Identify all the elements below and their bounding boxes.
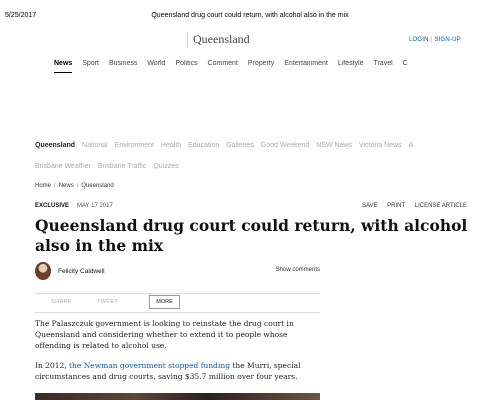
subnav-item-victoria-news[interactable]: Victoria News — [359, 139, 402, 153]
share-button[interactable]: SHARE — [51, 299, 72, 305]
article-paragraph-1: The Palaszczuk government is looking to … — [35, 319, 294, 350]
save-button[interactable]: SAVE — [362, 203, 378, 209]
subnav-item-environment[interactable]: Environment — [115, 139, 154, 153]
nav-item-lifestyle[interactable]: Lifestyle — [338, 60, 364, 67]
tweet-button[interactable]: TWEET — [97, 299, 118, 305]
signup-link[interactable]: SIGN-UP — [434, 37, 460, 43]
login-link[interactable]: LOGIN — [409, 37, 429, 43]
more-button[interactable]: MORE — [149, 295, 180, 309]
author-avatar — [35, 262, 51, 280]
breadcrumb-separator: / — [76, 183, 79, 189]
breadcrumb-news[interactable]: News — [59, 183, 74, 189]
paragraph-2-prefix: In 2012, — [35, 361, 67, 370]
article-photo — [35, 393, 320, 400]
print-title: Queensland drug court could return, with… — [151, 12, 349, 19]
subnav-item-education[interactable]: Education — [188, 139, 219, 153]
nav-item-travel[interactable]: Travel — [373, 60, 392, 67]
nav-item-entertainment[interactable]: Entertainment — [284, 60, 328, 67]
nav-item-truncated[interactable]: C — [403, 60, 408, 67]
print-header: 5/25/2017 Queensland drug court could re… — [0, 10, 500, 24]
sub-nav: Queensland National Environment Health E… — [35, 139, 500, 169]
active-nav-underline — [54, 72, 72, 73]
masthead-divider — [187, 33, 188, 47]
license-article-button[interactable]: LICENSE ARTICLE — [415, 203, 467, 209]
sub-nav-row-1: Queensland National Environment Health E… — [35, 139, 500, 153]
subnav-item-brisbane-weather[interactable]: Brisbane Weather — [35, 160, 91, 169]
article-headline: Queensland drug court could return, with… — [35, 216, 468, 255]
breadcrumb: Home / News / Queensland — [35, 183, 114, 189]
byline: Felicity Caldwell Show comments — [35, 262, 320, 282]
nav-item-world[interactable]: World — [147, 60, 165, 67]
subnav-item-national[interactable]: National — [82, 139, 108, 153]
subnav-item-nsw-news[interactable]: NSW News — [316, 139, 352, 153]
subnav-item-truncated[interactable]: A — [409, 139, 414, 153]
breadcrumb-separator: / — [54, 183, 56, 189]
subnav-item-health[interactable]: Health — [161, 139, 181, 153]
subnav-item-good-weekend[interactable]: Good Weekend — [261, 139, 310, 153]
nav-item-politics[interactable]: Politics — [175, 60, 197, 67]
subnav-item-brisbane-traffic[interactable]: Brisbane Traffic — [98, 160, 147, 169]
breadcrumb-queensland[interactable]: Queensland — [81, 183, 113, 189]
auth-links: LOGIN | SIGN-UP — [409, 37, 461, 43]
masthead: Queensland LOGIN | SIGN-UP — [0, 30, 500, 52]
newman-government-link[interactable]: the Newman government stopped funding — [69, 361, 230, 370]
share-bar: SHARE TWEET MORE — [35, 293, 320, 313]
sub-nav-row-2: Brisbane Weather Brisbane Traffic Quizze… — [35, 160, 500, 169]
article-meta-bar: EXCLUSIVE MAY 17 2017 SAVE PRINT LICENSE… — [35, 201, 467, 213]
nav-item-comment[interactable]: Comment — [208, 60, 238, 67]
nav-item-business[interactable]: Business — [109, 60, 137, 67]
subnav-item-quizzes[interactable]: Quizzes — [153, 160, 178, 169]
subnav-item-queensland[interactable]: Queensland — [35, 139, 75, 153]
nav-item-sport[interactable]: Sport — [82, 60, 99, 67]
auth-separator: | — [430, 37, 433, 43]
nav-item-property[interactable]: Property — [248, 60, 274, 67]
author-name[interactable]: Felicity Caldwell — [58, 268, 105, 275]
subnav-item-galleries[interactable]: Galleries — [226, 139, 254, 153]
nav-item-news[interactable]: News — [54, 60, 72, 67]
show-comments-link[interactable]: Show comments — [276, 267, 320, 273]
main-nav: News Sport Business World Politics Comme… — [54, 60, 500, 74]
article-actions: SAVE PRINT LICENSE ARTICLE — [354, 203, 467, 209]
breadcrumb-home[interactable]: Home — [35, 183, 51, 189]
print-button[interactable]: PRINT — [387, 203, 405, 209]
section-title[interactable]: Queensland — [193, 32, 250, 47]
exclusive-label: EXCLUSIVE — [35, 203, 70, 209]
publish-date: MAY 17 2017 — [77, 203, 113, 209]
article-paragraph-2: In 2012, the Newman government stopped f… — [35, 360, 320, 382]
